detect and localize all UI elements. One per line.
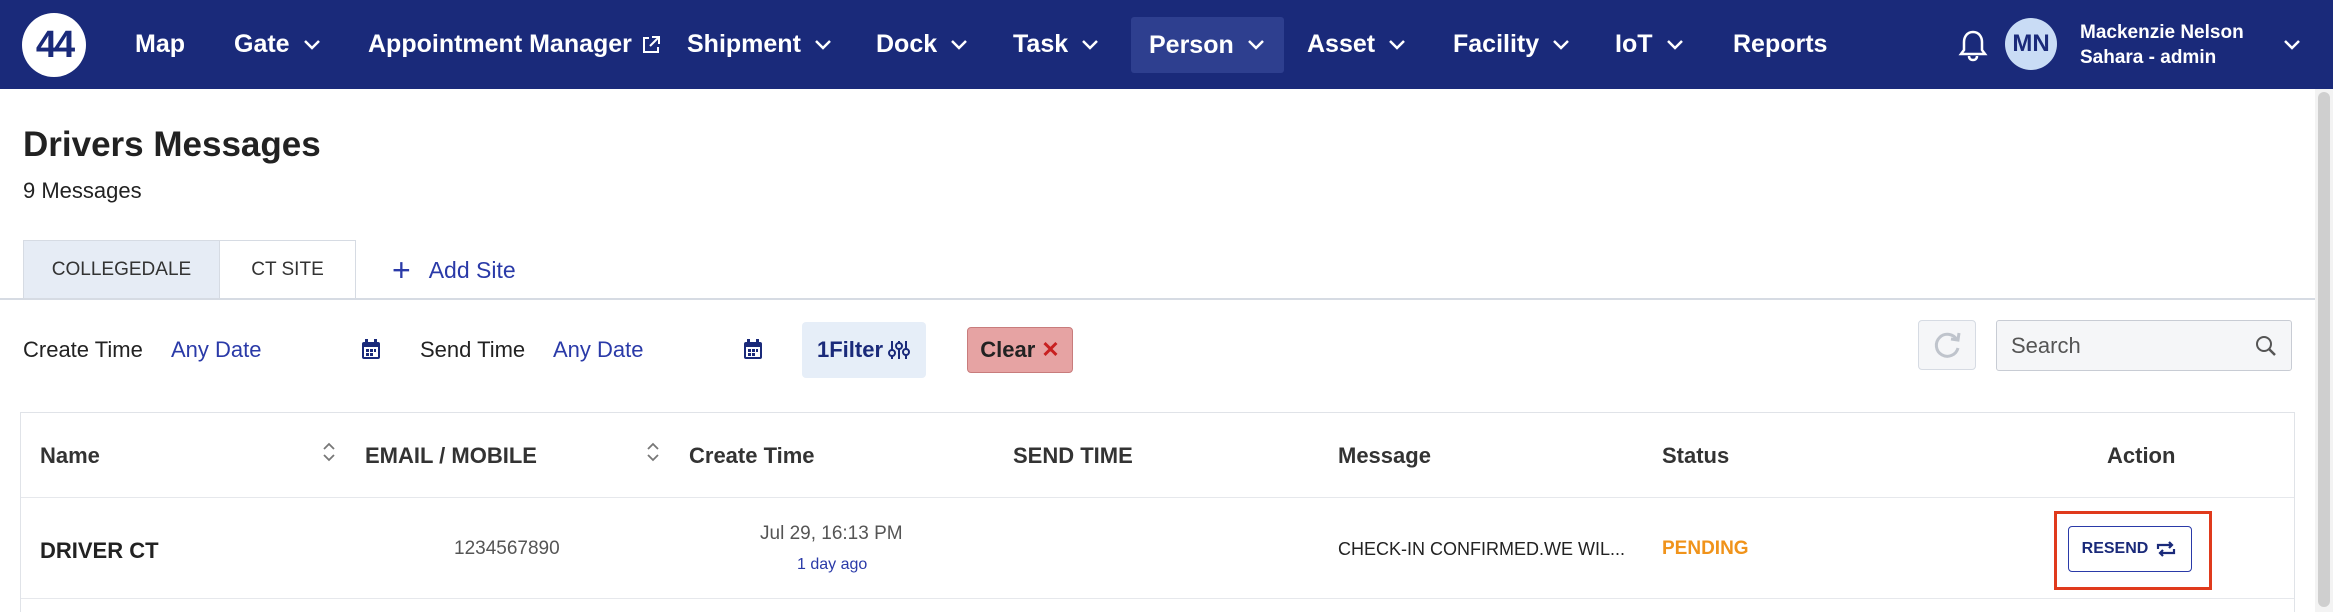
calendar-icon[interactable] — [360, 337, 382, 361]
nav-facility-label: Facility — [1453, 30, 1540, 58]
user-name[interactable]: Mackenzie Nelson — [2080, 22, 2244, 44]
external-link-icon — [642, 35, 660, 53]
nav-asset[interactable]: Asset — [1307, 0, 1407, 89]
column-header-action: Action — [2107, 443, 2176, 468]
row-divider — [21, 598, 2294, 599]
nav-shipment-label: Shipment — [687, 30, 801, 58]
bell-icon[interactable] — [1957, 28, 1989, 62]
sort-icon[interactable] — [321, 440, 337, 464]
search-icon[interactable] — [2255, 335, 2277, 357]
chevron-down-icon — [303, 39, 320, 50]
create-time-picker[interactable]: Any Date — [171, 337, 262, 363]
nav-asset-label: Asset — [1307, 30, 1376, 58]
driver-mobile: 1234567890 — [454, 538, 560, 559]
nav-person-label: Person — [1149, 30, 1234, 59]
chevron-down-icon — [1389, 39, 1405, 50]
nav-dock[interactable]: Dock — [876, 0, 969, 89]
resend-button[interactable]: RESEND — [2068, 526, 2192, 572]
column-header-create-time: Create Time — [689, 443, 815, 468]
clear-button-label: Clear — [980, 337, 1036, 362]
filter-button-label: 1Filter — [816, 337, 884, 362]
scrollbar-thumb[interactable] — [2318, 92, 2330, 607]
chevron-down-icon — [815, 39, 831, 50]
nav-iot[interactable]: IoT — [1615, 0, 1685, 89]
calendar-icon[interactable] — [742, 337, 764, 361]
nav-map[interactable]: Map — [135, 0, 185, 89]
filter-button[interactable]: 1Filter — [802, 322, 926, 378]
chevron-down-icon — [1247, 40, 1264, 50]
chevron-down-icon[interactable] — [2282, 38, 2302, 52]
tab-collegedale[interactable]: COLLEGEDALE — [23, 240, 220, 299]
column-header-email-mobile[interactable]: EMAIL / MOBILE — [365, 443, 537, 469]
send-time-picker[interactable]: Any Date — [553, 337, 644, 363]
message-count: 9 Messages — [23, 178, 142, 203]
add-site-button[interactable]: + Add Site — [392, 254, 516, 286]
column-header-name[interactable]: Name — [40, 443, 100, 469]
plus-icon: + — [392, 252, 411, 288]
repeat-icon — [2157, 541, 2176, 557]
chevron-down-icon — [1553, 39, 1570, 50]
page-title: Drivers Messages — [23, 125, 321, 164]
close-icon: ✕ — [1041, 337, 1060, 362]
nav-facility[interactable]: Facility — [1453, 0, 1571, 89]
nav-dock-label: Dock — [876, 30, 938, 58]
send-time-label: Send Time — [420, 337, 526, 362]
resend-button-label: RESEND — [2081, 540, 2149, 557]
nav-task-label: Task — [1013, 30, 1069, 58]
top-navbar: 44 Map Gate Appointment Manager Shipment… — [0, 0, 2333, 89]
nav-map-label: Map — [135, 30, 185, 58]
search-input[interactable] — [2011, 331, 2251, 361]
chevron-down-icon — [1666, 39, 1683, 50]
status-badge: PENDING — [1662, 538, 1749, 559]
nav-person[interactable]: Person — [1131, 17, 1284, 73]
user-role[interactable]: Sahara - admin — [2080, 47, 2216, 69]
nav-gate-label: Gate — [234, 30, 290, 58]
nav-reports-label: Reports — [1733, 30, 1828, 58]
nav-appointment-manager-label: Appointment Manager — [368, 30, 632, 58]
chevron-down-icon — [1082, 39, 1099, 50]
tab-ct-site-label: CT SITE — [251, 258, 324, 280]
message-preview: CHECK-IN CONFIRMED.WE WIL... — [1338, 539, 1625, 559]
column-header-send-time: SEND TIME — [1013, 443, 1133, 468]
column-header-status: Status — [1662, 443, 1730, 468]
clear-filters-button[interactable]: Clear ✕ — [967, 327, 1073, 373]
app-logo[interactable]: 44 — [22, 13, 86, 77]
add-site-label: Add Site — [428, 256, 516, 283]
sliders-icon — [888, 341, 911, 359]
chevron-down-icon — [951, 39, 968, 50]
refresh-icon — [1934, 332, 1961, 358]
tabs-divider — [0, 298, 2315, 300]
create-time-relative: 1 day ago — [797, 556, 868, 573]
nav-gate[interactable]: Gate — [234, 0, 322, 89]
refresh-button[interactable] — [1918, 320, 1976, 370]
avatar[interactable]: MN — [2005, 18, 2057, 70]
driver-name: DRIVER CT — [40, 538, 159, 563]
tab-ct-site[interactable]: CT SITE — [219, 240, 356, 299]
create-time-value: Jul 29, 16:13 PM — [760, 523, 903, 544]
nav-appointment-manager[interactable]: Appointment Manager — [368, 0, 662, 89]
nav-task[interactable]: Task — [1013, 0, 1100, 89]
nav-shipment[interactable]: Shipment — [687, 0, 833, 89]
sort-icon[interactable] — [645, 440, 661, 464]
messages-table — [20, 412, 2295, 612]
create-time-label: Create Time — [23, 337, 143, 362]
tab-collegedale-label: COLLEGEDALE — [51, 258, 192, 280]
table-header-divider — [21, 497, 2294, 498]
column-header-message: Message — [1338, 443, 1431, 468]
search-box — [1996, 320, 2292, 371]
nav-reports[interactable]: Reports — [1733, 0, 1827, 89]
nav-iot-label: IoT — [1615, 30, 1653, 58]
